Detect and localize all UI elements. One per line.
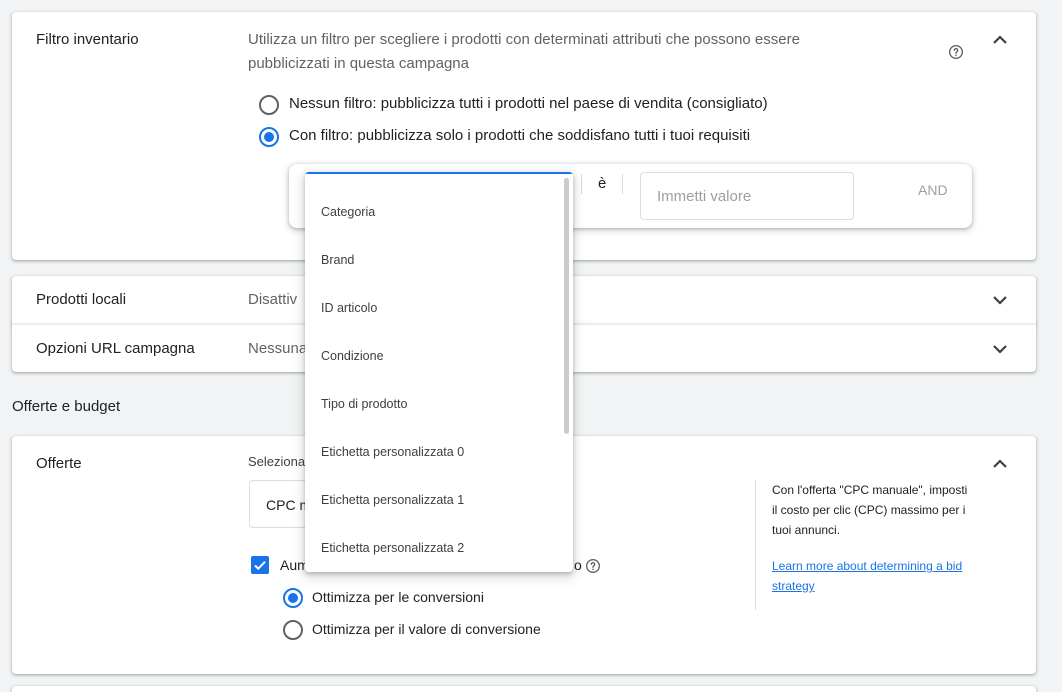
inventory-filter-desc-2: pubblicizzati in questa campagna xyxy=(248,55,469,72)
optimize-value-label: Ottimizza per il valore di conversione xyxy=(312,621,541,637)
aside-text-3: tuoi annunci. xyxy=(772,523,841,537)
help-icon[interactable] xyxy=(585,558,601,574)
dropdown-item[interactable]: Etichetta personalizzata 1 xyxy=(321,493,464,507)
with-filter-label: Con filtro: pubblicizza solo i prodotti … xyxy=(289,127,751,144)
dropdown-scrollbar[interactable] xyxy=(564,178,569,434)
local-products-title: Prodotti locali xyxy=(36,291,127,308)
next-card xyxy=(12,686,1036,692)
optimize-conversions-radio[interactable] xyxy=(283,588,303,608)
url-options-title: Opzioni URL campagna xyxy=(36,340,195,357)
chevron-down-icon[interactable] xyxy=(988,288,1012,312)
inventory-filter-title: Filtro inventario xyxy=(36,31,139,48)
value-input-placeholder: Immetti valore xyxy=(657,188,752,205)
maximize-conversions-suffix: o xyxy=(574,557,582,573)
and-button[interactable]: AND xyxy=(918,182,948,198)
chevron-up-icon[interactable] xyxy=(988,28,1012,52)
dropdown-item[interactable]: Etichetta personalizzata 0 xyxy=(321,445,464,459)
inventory-filter-desc-1: Utilizza un filtro per scegliere i prodo… xyxy=(248,31,800,48)
learn-more-link-1[interactable]: Learn more about determining a bid xyxy=(772,556,962,576)
dropdown-item[interactable]: Tipo di prodotto xyxy=(321,397,407,411)
learn-more-link-2[interactable]: strategy xyxy=(772,576,815,596)
dropdown-item[interactable]: Condizione xyxy=(321,349,384,363)
no-filter-label: Nessun filtro: pubblicizza tutti i prodo… xyxy=(289,95,768,112)
checkmark-icon xyxy=(254,561,266,571)
local-products-value: Disattiv xyxy=(248,291,298,308)
dropdown-item[interactable]: Brand xyxy=(321,253,354,267)
aside-text-1: Con l'offerta "CPC manuale", imposti xyxy=(772,483,968,497)
operator-label: è xyxy=(598,175,607,192)
maximize-conversions-checkbox[interactable] xyxy=(251,556,269,574)
chevron-down-icon[interactable] xyxy=(988,337,1012,361)
no-filter-radio[interactable] xyxy=(259,95,279,115)
optimize-conversions-label: Ottimizza per le conversioni xyxy=(312,589,484,605)
help-icon[interactable] xyxy=(948,44,964,60)
dropdown-item[interactable]: Etichetta personalizzata 2 xyxy=(321,541,464,555)
attribute-dropdown-menu[interactable]: Categoria Brand ID articolo Condizione T… xyxy=(305,172,573,572)
aside-divider xyxy=(755,480,756,610)
value-input[interactable]: Immetti valore xyxy=(640,172,854,220)
bids-select-label: Seleziona xyxy=(248,454,306,469)
url-options-value: Nessuna xyxy=(248,340,308,357)
with-filter-radio[interactable] xyxy=(259,127,279,147)
optimize-value-radio[interactable] xyxy=(283,620,303,640)
dropdown-focus-line xyxy=(305,172,573,174)
chevron-up-icon[interactable] xyxy=(988,452,1012,476)
bids-budget-header: Offerte e budget xyxy=(12,398,121,415)
dropdown-item[interactable]: Categoria xyxy=(321,205,375,219)
divider xyxy=(622,174,623,194)
divider xyxy=(581,174,582,194)
bids-title: Offerte xyxy=(36,455,82,472)
aside-text-2: il costo per clic (CPC) massimo per i xyxy=(772,503,966,517)
dropdown-item[interactable]: ID articolo xyxy=(321,301,377,315)
